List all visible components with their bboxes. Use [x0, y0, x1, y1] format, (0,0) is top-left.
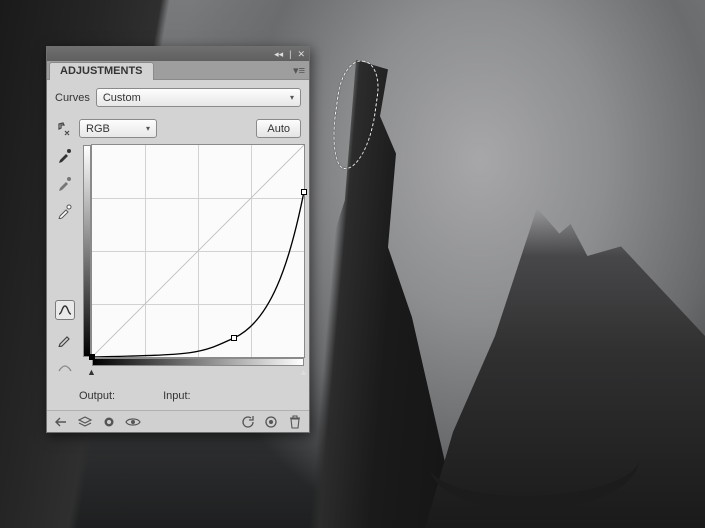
panel-tabs: ADJUSTMENTS ▾≡	[47, 61, 309, 80]
prev-state-icon[interactable]	[263, 414, 279, 430]
readout-row: Output: Input:	[47, 376, 309, 410]
clip-mask-icon[interactable]	[101, 414, 117, 430]
curve-tool-icon[interactable]	[55, 300, 75, 320]
pencil-tool-icon[interactable]	[56, 330, 74, 348]
eyedropper-white-icon[interactable]	[56, 202, 74, 220]
curve-svg	[92, 145, 304, 357]
panel-footer	[47, 410, 309, 432]
collapse-icon[interactable]: ◂◂	[274, 50, 283, 59]
eye-icon[interactable]	[125, 414, 141, 430]
channel-row: RGB ▾ Auto	[47, 113, 309, 144]
white-slider[interactable]: ▲	[299, 367, 309, 375]
layer-stack-icon[interactable]	[77, 414, 93, 430]
auto-label: Auto	[267, 123, 290, 135]
tab-label: ADJUSTMENTS	[60, 65, 143, 77]
panel-titlebar[interactable]: ◂◂ | ✕	[47, 47, 309, 61]
curve-point[interactable]	[231, 335, 237, 341]
smooth-tool-icon[interactable]	[56, 358, 74, 376]
auto-button[interactable]: Auto	[256, 119, 301, 138]
curves-graph[interactable]: ▲ ▲	[91, 144, 305, 358]
trash-icon[interactable]	[287, 414, 303, 430]
output-label: Output:	[79, 390, 115, 402]
input-label: Input:	[163, 390, 191, 402]
eyedropper-black-icon[interactable]	[56, 146, 74, 164]
chevron-down-icon: ▾	[146, 124, 150, 133]
eyedropper-gray-icon[interactable]	[56, 174, 74, 192]
preset-row: Curves Custom ▾	[47, 80, 309, 113]
adjustments-panel: ◂◂ | ✕ ADJUSTMENTS ▾≡ Curves Custom ▾ RG…	[46, 46, 310, 433]
close-icon[interactable]: ✕	[297, 50, 305, 59]
output-gradient	[83, 145, 91, 357]
preset-value: Custom	[103, 92, 141, 104]
back-arrow-icon[interactable]	[53, 414, 69, 430]
adjustment-type-label: Curves	[55, 92, 90, 104]
graph-area: ▲ ▲	[47, 144, 309, 376]
tab-adjustments[interactable]: ADJUSTMENTS	[49, 62, 154, 80]
preset-select[interactable]: Custom ▾	[96, 88, 301, 107]
panel-menu-icon[interactable]: ▾≡	[293, 64, 305, 77]
channel-value: RGB	[86, 123, 110, 135]
sampler-tools	[55, 144, 75, 376]
divider: |	[289, 50, 291, 59]
curve-point[interactable]	[301, 189, 307, 195]
input-gradient	[92, 358, 304, 366]
black-slider[interactable]: ▲	[87, 367, 97, 375]
curve-point[interactable]	[89, 354, 95, 360]
channel-select[interactable]: RGB ▾	[79, 119, 157, 138]
reset-icon[interactable]	[239, 414, 255, 430]
hand-target-icon[interactable]	[55, 120, 73, 138]
chevron-down-icon: ▾	[290, 93, 294, 102]
